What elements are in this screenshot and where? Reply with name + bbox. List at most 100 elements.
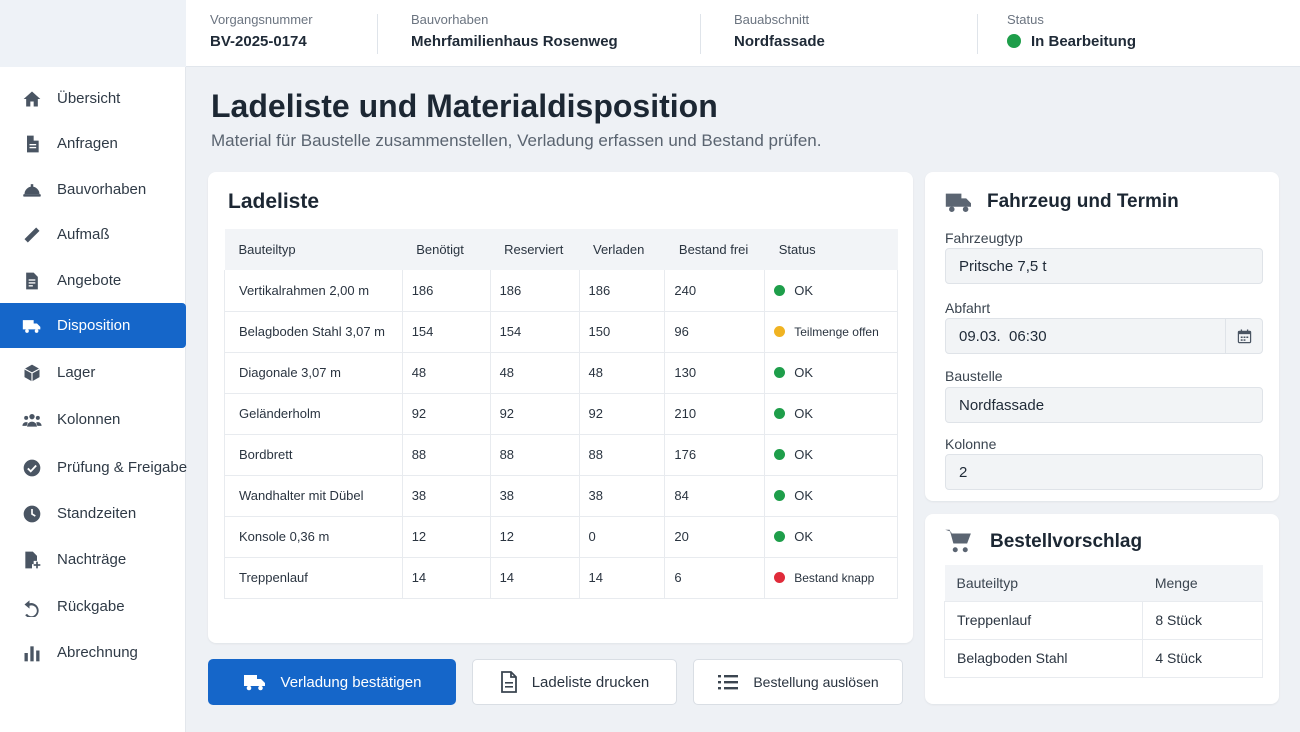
field-value: Nordfassade [959, 396, 1045, 414]
sidebar-item-abrechnung[interactable]: Abrechnung [0, 630, 186, 675]
cell-reserviert: 154 [489, 311, 579, 353]
cell-benoetigt: 154 [401, 311, 491, 353]
document-icon [27, 135, 39, 152]
cell-benoetigt: 92 [401, 393, 491, 435]
sidebar-item-uebersicht[interactable]: Übersicht [0, 76, 186, 121]
column-header[interactable]: Menge [1142, 565, 1263, 601]
sidebar-item-disposition[interactable]: Disposition [0, 303, 186, 348]
table-row[interactable]: Belagboden Stahl 3,07 m 154 154 150 96 T… [224, 311, 898, 353]
sidebar-item-label: Prüfung & Freigabe [57, 459, 188, 476]
sidebar-item-anfragen[interactable]: Anfragen [0, 121, 186, 166]
cell-bestand-frei: 240 [664, 270, 765, 312]
table-row[interactable]: Konsole 0,36 m 12 12 0 20 OK [224, 516, 898, 558]
order-card: Bestellvorschlag Bauteiltyp Menge Treppe… [925, 514, 1279, 704]
table-row[interactable]: Bordbrett 88 88 88 176 OK [224, 434, 898, 476]
cell-verladen: 14 [578, 557, 665, 599]
sidebar-item-label: Standzeiten [57, 505, 137, 522]
header-label: Bauvorhaben [411, 12, 489, 27]
cell-status: OK [764, 475, 898, 517]
cell-bestand-frei: 130 [664, 352, 765, 394]
cell-verladen: 186 [578, 270, 665, 312]
column-header[interactable]: Benötigt [402, 229, 491, 270]
table-row[interactable]: Treppenlauf 8 Stück [943, 600, 1263, 640]
header-bauabschnitt: Bauabschnitt Nordfassade [734, 12, 825, 50]
status-text: OK [794, 529, 814, 544]
cell-benoetigt: 12 [401, 516, 491, 558]
status-dot-icon [774, 449, 786, 460]
sidebar-item-nachtraege[interactable]: Nachträge [0, 537, 186, 582]
header-label: Bauabschnitt [734, 12, 810, 27]
sidebar-item-angebote[interactable]: Angebote [0, 258, 186, 303]
calendar-icon [1237, 328, 1251, 343]
sidebar-item-lager[interactable]: Lager [0, 350, 186, 395]
cell-bauteiltyp: Belagboden Stahl [943, 638, 1144, 678]
table-row[interactable]: Treppenlauf 14 14 14 6 Bestand knapp [224, 557, 898, 599]
helmet-icon [23, 183, 41, 197]
baustelle-label: Baustelle [945, 368, 1003, 384]
cell-menge: 8 Stück [1142, 600, 1263, 640]
status-text: OK [794, 447, 814, 462]
status-value: In Bearbeitung [1007, 33, 1136, 50]
sidebar-item-kolonnen[interactable]: Kolonnen [0, 397, 186, 442]
table-row[interactable]: Vertikalrahmen 2,00 m 186 186 186 240 OK [224, 270, 898, 312]
cell-bestand-frei: 20 [664, 516, 765, 558]
header-value: BV-2025-0174 [210, 33, 307, 50]
calendar-button[interactable] [1225, 319, 1262, 353]
kolonne-field[interactable]: 2 [945, 454, 1263, 490]
order-title: Bestellvorschlag [990, 531, 1143, 552]
document-icon [500, 671, 517, 693]
column-header[interactable]: Bestand frei [664, 229, 765, 270]
sidebar-item-standzeiten[interactable]: Standzeiten [0, 491, 186, 536]
column-header[interactable]: Status [764, 229, 898, 270]
column-header[interactable]: Reserviert [490, 229, 579, 270]
table-header-row: Bauteiltyp Menge [944, 565, 1263, 601]
sidebar-item-rueckgabe[interactable]: Rückgabe [0, 584, 186, 629]
sidebar-item-pruefung-freigabe[interactable]: Prüfung & Freigabe [0, 445, 188, 490]
page-title: Ladeliste und Materialdisposition [211, 88, 718, 124]
sidebar-item-label: Anfragen [57, 135, 118, 152]
ladeliste-title: Ladeliste [228, 190, 320, 213]
baustelle-field[interactable]: Nordfassade [945, 387, 1263, 423]
button-label: Bestellung auslösen [753, 674, 879, 690]
table-row[interactable]: Belagboden Stahl 4 Stück [943, 638, 1263, 678]
cell-bestand-frei: 6 [664, 557, 765, 599]
vehicle-title: Fahrzeug und Termin [987, 191, 1179, 212]
document-add-icon [25, 551, 41, 568]
status-text: OK [794, 488, 814, 503]
confirm-loading-button[interactable]: Verladung bestätigen [208, 659, 456, 705]
table-row[interactable]: Diagonale 3,07 m 48 48 48 130 OK [224, 352, 898, 394]
cell-bauteiltyp: Bordbrett [224, 434, 403, 476]
table-row[interactable]: Wandhalter mit Dübel 38 38 38 84 OK [224, 475, 898, 517]
print-list-button[interactable]: Ladeliste drucken [472, 659, 677, 705]
place-order-button[interactable]: Bestellung auslösen [693, 659, 903, 705]
abfahrt-label: Abfahrt [945, 300, 991, 316]
sidebar-item-bauvorhaben[interactable]: Bauvorhaben [0, 167, 186, 212]
cell-bestand-frei: 210 [664, 393, 765, 435]
status-text: OK [794, 406, 814, 421]
sidebar-item-label: Kolonnen [57, 411, 121, 428]
header-bauvorhaben: Bauvorhaben Mehrfamilienhaus Rosenweg [411, 12, 618, 50]
table-header-row: Bauteiltyp Benötigt Reserviert Verladen … [224, 229, 898, 270]
divider [377, 14, 378, 54]
ruler-icon [24, 227, 40, 242]
truck-icon [22, 319, 41, 333]
column-header[interactable]: Bauteiltyp [224, 229, 403, 270]
column-header[interactable]: Bauteiltyp [944, 565, 1143, 601]
sidebar-item-aufmass[interactable]: Aufmaß [0, 212, 186, 257]
header-value: Mehrfamilienhaus Rosenweg [411, 33, 618, 50]
logo-area [0, 0, 186, 67]
cell-bestand-frei: 84 [664, 475, 765, 517]
cell-bauteiltyp: Wandhalter mit Dübel [224, 475, 403, 517]
table-row[interactable]: Geländerholm 92 92 92 210 OK [224, 393, 898, 435]
header-bar: Vorgangsnummer BV-2025-0174 Bauvorhaben … [186, 0, 1300, 67]
cell-benoetigt: 14 [401, 557, 491, 599]
header-status: Status In Bearbeitung [1007, 12, 1136, 50]
team-icon [22, 413, 42, 427]
divider [977, 14, 978, 54]
list-icon [718, 675, 739, 690]
abfahrt-field[interactable]: 09.03. 06:30 [945, 318, 1263, 354]
cell-verladen: 92 [578, 393, 665, 435]
column-header[interactable]: Verladen [579, 229, 665, 270]
fahrzeugtyp-field[interactable]: Pritsche 7,5 t [945, 248, 1263, 284]
cell-reserviert: 14 [489, 557, 579, 599]
